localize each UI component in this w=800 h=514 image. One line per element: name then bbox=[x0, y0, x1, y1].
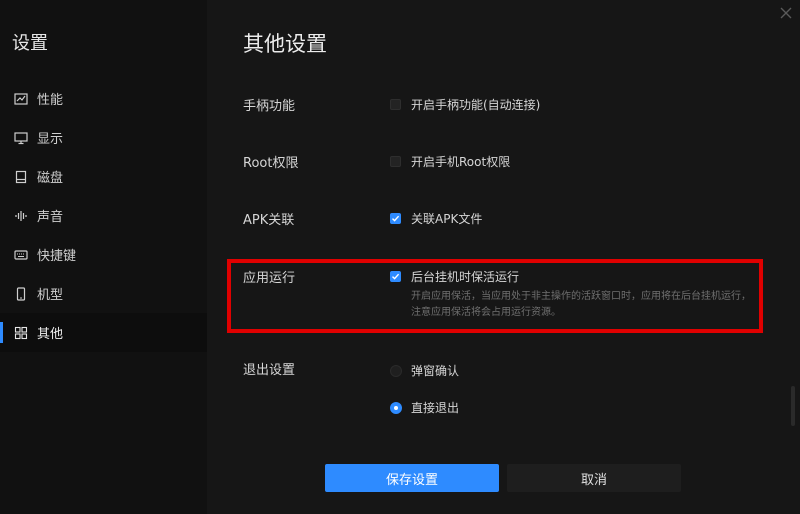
checkbox-unchecked-icon bbox=[390, 99, 401, 110]
settings-window: 设置 性能 显示 磁盘 声音 快捷键 机型 其他 其他设置 手柄功能 开启手柄功… bbox=[0, 0, 800, 514]
gamepad-label: 手柄功能 bbox=[243, 99, 296, 114]
sidebar-item-label: 声音 bbox=[37, 210, 64, 225]
monitor-icon bbox=[14, 131, 28, 145]
close-icon[interactable] bbox=[778, 5, 794, 21]
checkbox-checked-icon bbox=[390, 271, 401, 282]
checkbox-unchecked-icon bbox=[390, 156, 401, 167]
sidebar-item-label: 快捷键 bbox=[37, 249, 77, 264]
apk-label: APK关联 bbox=[243, 213, 295, 228]
exit-option-direct[interactable]: 直接退出 bbox=[390, 399, 459, 416]
sidebar-item-sound[interactable]: 声音 bbox=[0, 196, 207, 235]
page-title: 其他设置 bbox=[243, 32, 327, 56]
apk-option-label: 关联APK文件 bbox=[411, 212, 483, 226]
radio-unselected-icon bbox=[390, 364, 402, 377]
exit-label: 退出设置 bbox=[243, 363, 296, 378]
sidebar-item-display[interactable]: 显示 bbox=[0, 118, 207, 157]
app-run-label: 应用运行 bbox=[243, 271, 296, 286]
root-label: Root权限 bbox=[243, 156, 299, 171]
root-checkbox[interactable]: 开启手机Root权限 bbox=[390, 153, 510, 170]
exit-option-label: 弹窗确认 bbox=[411, 364, 460, 378]
chart-icon bbox=[14, 92, 28, 106]
gamepad-checkbox[interactable]: 开启手柄功能(自动连接) bbox=[390, 96, 540, 113]
root-option-label: 开启手机Root权限 bbox=[411, 155, 511, 169]
apk-checkbox[interactable]: 关联APK文件 bbox=[390, 210, 482, 227]
gamepad-option-label: 开启手柄功能(自动连接) bbox=[411, 98, 541, 112]
sidebar-item-shortcuts[interactable]: 快捷键 bbox=[0, 235, 207, 274]
sidebar-item-disk[interactable]: 磁盘 bbox=[0, 157, 207, 196]
sidebar-title: 设置 bbox=[12, 33, 48, 54]
sidebar-item-label: 磁盘 bbox=[37, 171, 64, 186]
grid-icon bbox=[14, 326, 28, 340]
phone-icon bbox=[14, 286, 28, 301]
sidebar-nav: 性能 显示 磁盘 声音 快捷键 机型 其他 bbox=[0, 79, 207, 352]
sidebar: 设置 性能 显示 磁盘 声音 快捷键 机型 其他 bbox=[0, 0, 207, 514]
radio-selected-icon bbox=[390, 401, 402, 414]
sidebar-item-label: 机型 bbox=[37, 288, 64, 303]
sidebar-item-performance[interactable]: 性能 bbox=[0, 79, 207, 118]
checkbox-checked-icon bbox=[390, 213, 401, 224]
save-button[interactable]: 保存设置 bbox=[325, 464, 499, 492]
sidebar-item-other[interactable]: 其他 bbox=[0, 313, 207, 352]
main-panel: 其他设置 手柄功能 开启手柄功能(自动连接) Root权限 开启手机Root权限… bbox=[207, 0, 800, 514]
sidebar-item-label: 其他 bbox=[37, 327, 64, 342]
keep-alive-option-label: 后台挂机时保活运行 bbox=[411, 270, 520, 284]
sidebar-item-label: 性能 bbox=[37, 93, 64, 108]
disk-icon bbox=[14, 170, 28, 184]
exit-option-label: 直接退出 bbox=[411, 401, 460, 415]
sidebar-item-model[interactable]: 机型 bbox=[0, 274, 207, 313]
sound-icon bbox=[14, 209, 28, 223]
keep-alive-description: 开启应用保活，当应用处于非主操作的活跃窗口时，应用将在后台挂机运行，注意应用保活… bbox=[411, 291, 751, 318]
cancel-button[interactable]: 取消 bbox=[507, 464, 681, 492]
sidebar-item-label: 显示 bbox=[37, 132, 64, 147]
keyboard-icon bbox=[14, 248, 28, 262]
keep-alive-checkbox[interactable]: 后台挂机时保活运行 bbox=[390, 268, 519, 285]
exit-option-confirm[interactable]: 弹窗确认 bbox=[390, 362, 459, 379]
scrollbar[interactable] bbox=[791, 386, 795, 426]
